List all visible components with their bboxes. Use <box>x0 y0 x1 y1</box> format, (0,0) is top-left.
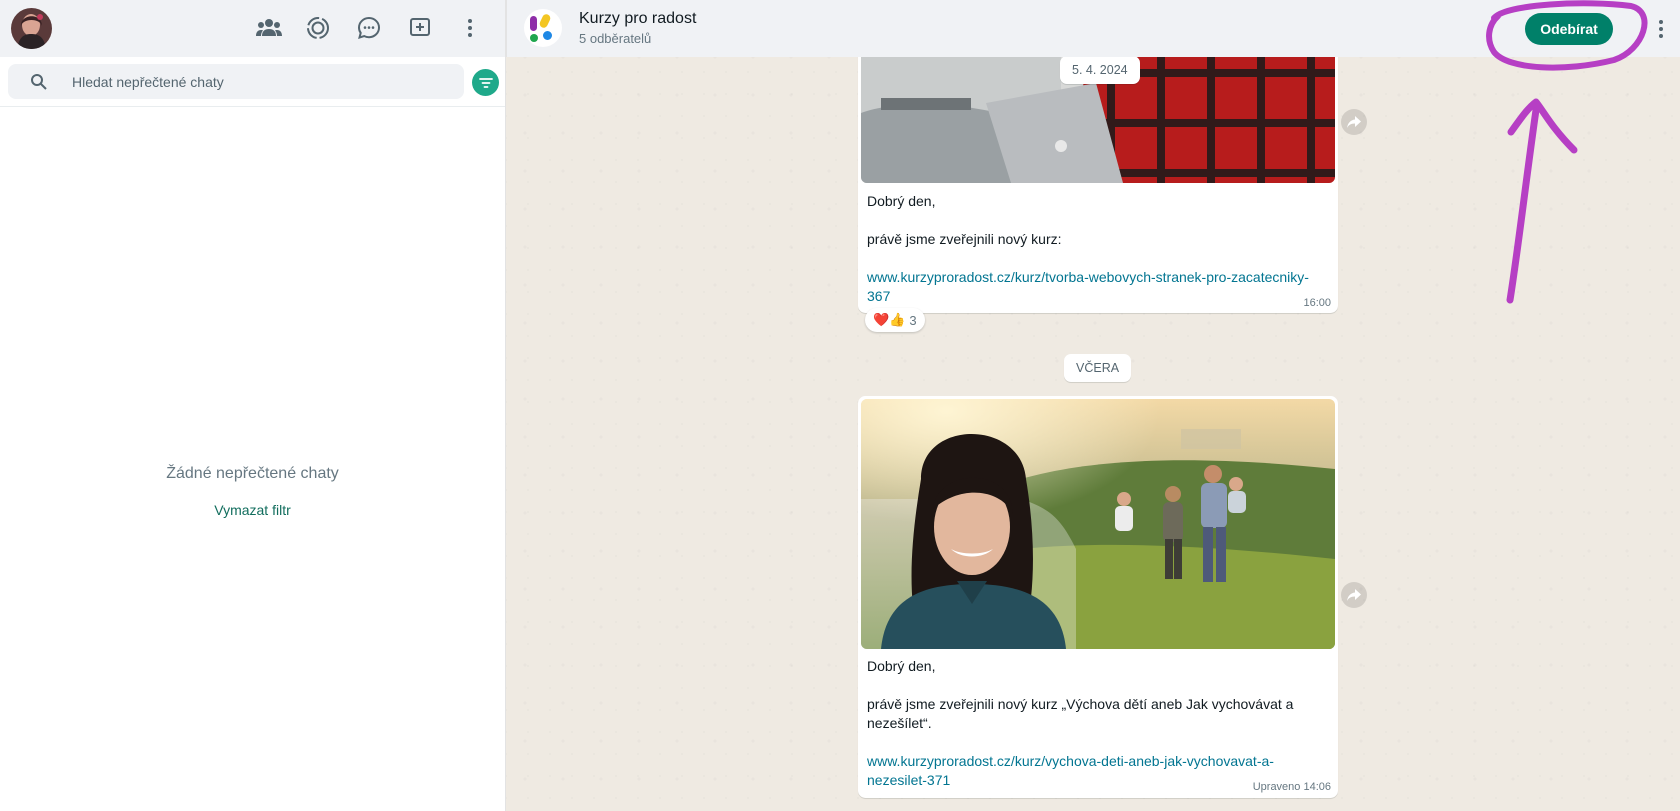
date-separator: VČERA <box>1064 354 1132 382</box>
forward-button[interactable] <box>1341 582 1367 608</box>
avatar[interactable] <box>11 8 52 49</box>
message-bubble[interactable]: Dobrý den, právě jsme zveřejnili nový ku… <box>858 396 1338 798</box>
message-link[interactable]: www.kurzyproradost.cz/kurz/tvorba-webovy… <box>867 268 1327 306</box>
message-time: 16:00 <box>1303 297 1331 309</box>
conversation-panel: Dobrý den, právě jsme zveřejnili nový ku… <box>506 0 1680 811</box>
channel-logo[interactable] <box>524 9 562 47</box>
unread-filter-button[interactable] <box>472 69 499 96</box>
message-time: Upraveno 14:06 <box>1252 781 1331 793</box>
subscriber-count: 5 odběratelů <box>579 31 652 46</box>
message-photo[interactable] <box>861 399 1335 649</box>
search-box <box>8 64 464 99</box>
reaction-count: 3 <box>909 312 917 328</box>
forward-icon <box>1347 589 1361 601</box>
reaction-emojis: ❤️👍 <box>873 312 906 327</box>
message-link[interactable]: www.kurzyproradost.cz/kurz/vychova-deti-… <box>867 752 1287 790</box>
message-body: právě jsme zveřejnili nový kurz „Výchova… <box>867 696 1294 731</box>
forward-icon <box>1347 116 1361 128</box>
follow-button[interactable]: Odebírat <box>1525 13 1613 45</box>
message-greeting: Dobrý den, <box>867 658 936 674</box>
date-separator: 5. 4. 2024 <box>1060 56 1140 84</box>
search-icon <box>30 73 48 91</box>
search-input[interactable] <box>72 64 452 99</box>
menu-icon[interactable] <box>456 14 484 42</box>
empty-state-title: Žádné nepřečtené chaty <box>166 465 339 482</box>
message-greeting: Dobrý den, <box>867 193 936 209</box>
channel-header[interactable]: Kurzy pro radost 5 odběratelů Odebírat <box>506 0 1680 57</box>
filter-icon <box>478 77 493 88</box>
left-header <box>0 0 505 57</box>
message-body: právě jsme zveřejnili nový kurz: <box>867 231 1062 247</box>
channel-menu-icon[interactable] <box>1649 15 1673 43</box>
communities-icon[interactable] <box>255 14 283 42</box>
status-icon[interactable] <box>304 14 332 42</box>
chat-list-panel: Žádné nepřečtené chaty Vymazat filtr <box>0 0 506 811</box>
clear-filter-link[interactable]: Vymazat filtr <box>0 502 505 518</box>
channel-name: Kurzy pro radost <box>579 10 697 27</box>
message-reactions[interactable]: ❤️👍 3 <box>865 308 925 332</box>
search-row <box>0 57 505 107</box>
channels-icon[interactable] <box>355 14 383 42</box>
whatsapp-web-app: Žádné nepřečtené chaty Vymazat filtr <box>0 0 1680 811</box>
forward-button[interactable] <box>1341 109 1367 135</box>
new-chat-icon[interactable] <box>406 14 434 42</box>
